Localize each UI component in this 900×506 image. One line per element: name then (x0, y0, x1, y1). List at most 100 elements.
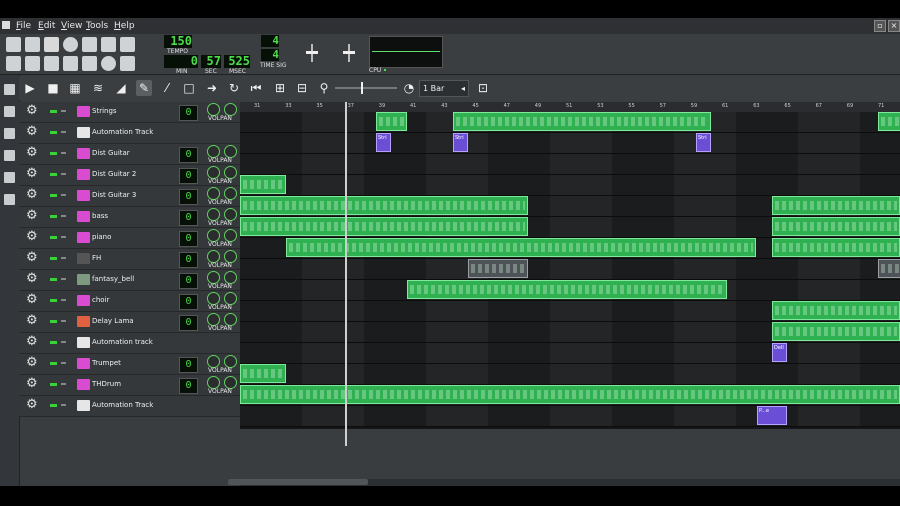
pattern-clip[interactable] (878, 259, 900, 278)
track-name[interactable]: fantasy_bell (92, 275, 134, 283)
track-row[interactable]: ⚙ Dist Guitar 0 VOLPAN (19, 144, 240, 165)
restore-icon[interactable]: ▫ (874, 20, 886, 32)
remove-bar-icon[interactable]: ⊟ (294, 80, 310, 96)
track-name[interactable]: Trumpet (92, 359, 121, 367)
instrument-icon[interactable] (77, 169, 90, 180)
mute-button[interactable] (50, 215, 57, 218)
close-icon[interactable]: × (888, 20, 900, 32)
solo-button[interactable] (61, 110, 66, 112)
track-name[interactable]: Automation Track (92, 401, 153, 409)
instrument-icon[interactable] (77, 274, 90, 285)
automation-editor-icon[interactable] (63, 56, 78, 71)
add-beat-track-icon[interactable]: ▦ (67, 80, 83, 96)
gear-icon[interactable]: ⚙ (26, 314, 40, 328)
track-row[interactable]: ⚙ Automation track (19, 333, 240, 354)
track-name[interactable]: bass (92, 212, 108, 220)
solo-button[interactable] (61, 299, 66, 301)
pattern-clip[interactable] (240, 196, 528, 215)
track-name[interactable]: Dist Guitar (92, 149, 130, 157)
grid-row[interactable] (240, 343, 900, 364)
stop-behaviour-icon[interactable]: ⏮ (248, 80, 264, 96)
add-sample-track-icon[interactable]: ≋ (90, 80, 106, 96)
grid-row[interactable] (240, 364, 900, 385)
gear-icon[interactable]: ⚙ (26, 146, 40, 160)
app-menu-icon[interactable] (2, 21, 10, 29)
pattern-clip[interactable] (240, 385, 900, 404)
pattern-clip[interactable] (286, 238, 756, 257)
volume-lcd[interactable]: 0 (179, 252, 198, 268)
pattern-clip[interactable] (240, 364, 286, 383)
automation-clip[interactable]: P...e (757, 406, 787, 425)
recent-projects-icon[interactable] (63, 37, 78, 52)
mute-button[interactable] (50, 173, 57, 176)
my-samples-icon[interactable] (4, 128, 15, 139)
gear-icon[interactable]: ⚙ (26, 209, 40, 223)
solo-button[interactable] (61, 194, 66, 196)
mute-button[interactable] (50, 278, 57, 281)
instrument-icon[interactable] (77, 106, 90, 117)
solo-button[interactable] (61, 215, 66, 217)
track-name[interactable]: Automation Track (92, 128, 153, 136)
my-home-icon[interactable] (4, 172, 15, 183)
new-from-template-icon[interactable] (25, 37, 40, 52)
beat-editor-icon[interactable] (25, 56, 40, 71)
solo-button[interactable] (61, 278, 66, 280)
instrument-icon[interactable] (77, 148, 90, 159)
track-row[interactable]: ⚙ piano 0 VOLPAN (19, 228, 240, 249)
volume-lcd[interactable]: 0 (179, 147, 198, 163)
pattern-clip[interactable] (772, 238, 900, 257)
gear-icon[interactable]: ⚙ (26, 272, 40, 286)
solo-button[interactable] (61, 320, 66, 322)
gear-icon[interactable]: ⚙ (26, 293, 40, 307)
pattern-clip[interactable] (453, 112, 711, 131)
add-automation-track-icon[interactable]: ◢ (113, 80, 129, 96)
pattern-clip[interactable] (878, 112, 900, 131)
gear-icon[interactable]: ⚙ (26, 377, 40, 391)
track-row[interactable]: ⚙ FH 0 VOLPAN (19, 249, 240, 270)
pattern-clip[interactable] (240, 175, 286, 194)
draw-mode-icon[interactable]: ✎ (136, 80, 152, 96)
solo-button[interactable] (61, 173, 66, 175)
scrollbar-thumb[interactable] (228, 479, 368, 485)
grid-row[interactable] (240, 133, 900, 154)
pattern-clip[interactable] (772, 196, 900, 215)
automation-clip[interactable]: Dell (772, 343, 787, 362)
track-row[interactable]: ⚙ Strings 0 VOLPAN (19, 102, 240, 123)
gear-icon[interactable]: ⚙ (26, 251, 40, 265)
timeline-ruler[interactable]: 31 33 35 37 39 41 43 45 47 49 51 53 55 57 59 61 63 65 67 69… (240, 102, 900, 112)
mute-button[interactable] (50, 110, 57, 113)
solo-button[interactable] (61, 383, 66, 385)
volume-lcd[interactable]: 0 (179, 210, 198, 226)
solo-button[interactable] (61, 131, 66, 133)
quantize-dropdown[interactable]: 1 Bar ◂ (419, 80, 469, 97)
mute-button[interactable] (50, 236, 57, 239)
instrument-icon[interactable] (77, 379, 90, 390)
solo-button[interactable] (61, 152, 66, 154)
instrument-plugins-icon[interactable] (4, 84, 15, 95)
track-row[interactable]: ⚙ bass 0 VOLPAN (19, 207, 240, 228)
pattern-clip[interactable] (772, 322, 900, 341)
solo-button[interactable] (61, 257, 66, 259)
pattern-clip[interactable] (468, 259, 528, 278)
pattern-clip[interactable] (772, 217, 900, 236)
playhead[interactable] (345, 102, 347, 446)
track-name[interactable]: Delay Lama (92, 317, 134, 325)
song-editor-icon[interactable] (6, 56, 21, 71)
track-row[interactable]: ⚙ Delay Lama 0 VOLPAN (19, 312, 240, 333)
mute-button[interactable] (50, 404, 57, 407)
gear-icon[interactable]: ⚙ (26, 398, 40, 412)
solo-button[interactable] (61, 341, 66, 343)
menu-tools[interactable]: Tools (86, 21, 108, 31)
instrument-icon[interactable] (77, 190, 90, 201)
menu-view[interactable]: View (61, 21, 82, 31)
instrument-icon[interactable] (77, 232, 90, 243)
mute-button[interactable] (50, 299, 57, 302)
instrument-icon[interactable] (77, 211, 90, 222)
automation-clip[interactable]: Stri (696, 133, 711, 152)
menu-edit[interactable]: Edit (38, 21, 55, 31)
solo-button[interactable] (61, 404, 66, 406)
instrument-icon[interactable] (77, 295, 90, 306)
grid-row[interactable] (240, 259, 900, 280)
automation-clip[interactable]: Stri (453, 133, 468, 152)
gear-icon[interactable]: ⚙ (26, 188, 40, 202)
